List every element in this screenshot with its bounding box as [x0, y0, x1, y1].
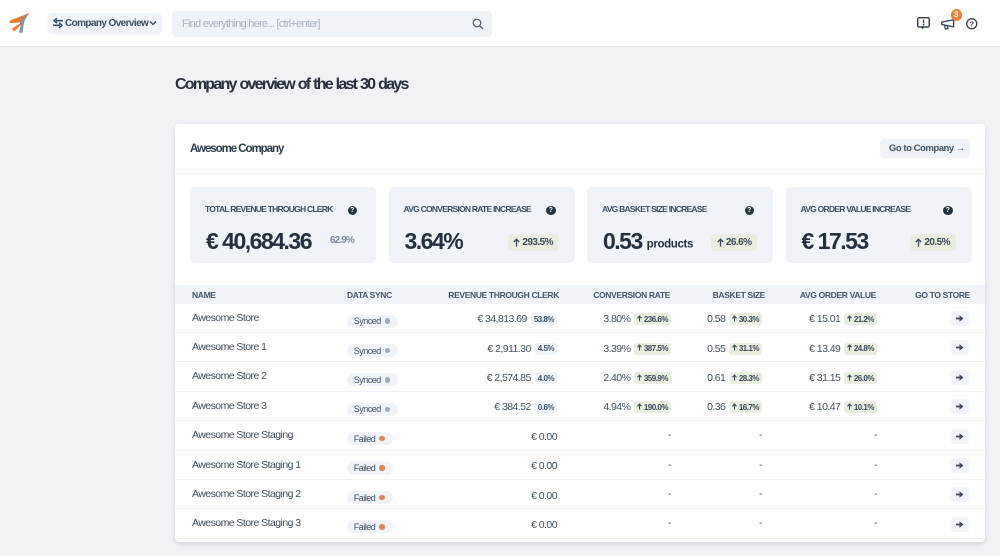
svg-text:?: ?: [969, 19, 974, 28]
